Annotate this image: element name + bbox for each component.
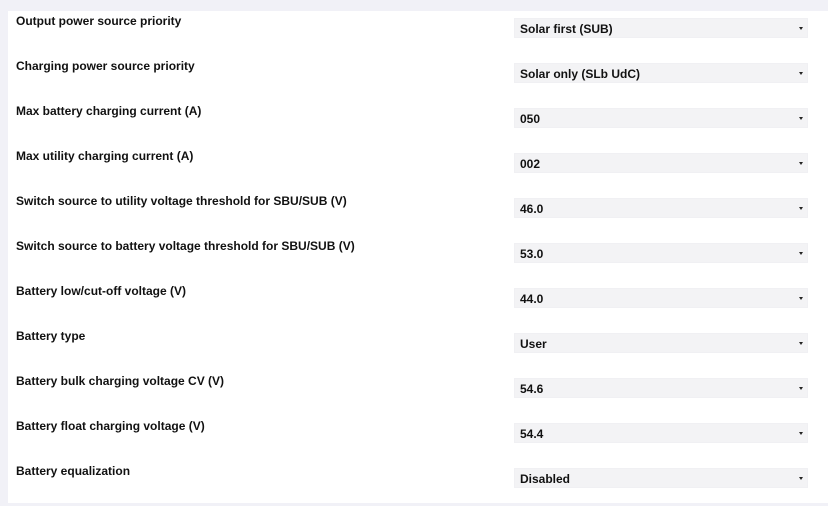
- setting-row-battery-threshold: Switch source to battery voltage thresho…: [8, 236, 828, 281]
- select-value: 54.6: [520, 382, 544, 396]
- chevron-down-icon: [799, 432, 803, 435]
- chevron-down-icon: [799, 252, 803, 255]
- setting-row-charging-priority: Charging power source priority Solar onl…: [8, 56, 828, 101]
- equalization-select[interactable]: Disabled: [514, 468, 808, 488]
- select-value: Disabled: [520, 472, 571, 486]
- select-value: 53.0: [520, 247, 544, 261]
- chevron-down-icon: [799, 117, 803, 120]
- setting-row-output-priority: Output power source priority Solar first…: [8, 11, 828, 56]
- setting-label: Max battery charging current (A): [16, 104, 202, 118]
- setting-row-max-utility-current: Max utility charging current (A) 002: [8, 146, 828, 191]
- setting-label: Battery low/cut-off voltage (V): [16, 284, 187, 298]
- setting-label: Output power source priority: [16, 14, 182, 28]
- setting-row-max-battery-current: Max battery charging current (A) 050: [8, 101, 828, 146]
- setting-row-battery-type: Battery type User: [8, 326, 828, 371]
- settings-panel: Output power source priority Solar first…: [8, 11, 828, 503]
- chevron-down-icon: [799, 72, 803, 75]
- setting-row-cutoff-voltage: Battery low/cut-off voltage (V) 44.0: [8, 281, 828, 326]
- setting-label: Battery float charging voltage (V): [16, 419, 205, 433]
- setting-row-utility-threshold: Switch source to utility voltage thresho…: [8, 191, 828, 236]
- max-battery-current-select[interactable]: 050: [514, 108, 808, 128]
- setting-label: Battery type: [16, 329, 86, 343]
- charging-priority-select[interactable]: Solar only (SLb UdC): [514, 63, 808, 83]
- float-voltage-select[interactable]: 54.4: [514, 423, 808, 443]
- chevron-down-icon: [799, 477, 803, 480]
- select-value: Solar only (SLb UdC): [520, 67, 640, 81]
- chevron-down-icon: [799, 297, 803, 300]
- select-value: 44.0: [520, 292, 544, 306]
- select-value: 46.0: [520, 202, 544, 216]
- battery-type-select[interactable]: User: [514, 333, 808, 353]
- setting-row-equalization: Battery equalization Disabled: [8, 461, 828, 506]
- setting-label: Charging power source priority: [16, 59, 195, 73]
- chevron-down-icon: [799, 342, 803, 345]
- select-value: User: [520, 337, 547, 351]
- max-utility-current-select[interactable]: 002: [514, 153, 808, 173]
- select-value: 002: [520, 157, 541, 171]
- setting-label: Battery equalization: [16, 464, 131, 478]
- setting-label: Switch source to utility voltage thresho…: [16, 194, 347, 208]
- select-value: 050: [520, 112, 541, 126]
- chevron-down-icon: [799, 387, 803, 390]
- select-value: Solar first (SUB): [520, 22, 613, 36]
- bulk-voltage-select[interactable]: 54.6: [514, 378, 808, 398]
- cutoff-voltage-select[interactable]: 44.0: [514, 288, 808, 308]
- chevron-down-icon: [799, 162, 803, 165]
- setting-label: Max utility charging current (A): [16, 149, 194, 163]
- utility-threshold-select[interactable]: 46.0: [514, 198, 808, 218]
- setting-label: Switch source to battery voltage thresho…: [16, 239, 355, 253]
- setting-row-float-voltage: Battery float charging voltage (V) 54.4: [8, 416, 828, 461]
- chevron-down-icon: [799, 207, 803, 210]
- chevron-down-icon: [799, 27, 803, 30]
- battery-threshold-select[interactable]: 53.0: [514, 243, 808, 263]
- select-value: 54.4: [520, 427, 544, 441]
- setting-label: Battery bulk charging voltage CV (V): [16, 374, 225, 388]
- output-priority-select[interactable]: Solar first (SUB): [514, 18, 808, 38]
- setting-row-bulk-voltage: Battery bulk charging voltage CV (V) 54.…: [8, 371, 828, 416]
